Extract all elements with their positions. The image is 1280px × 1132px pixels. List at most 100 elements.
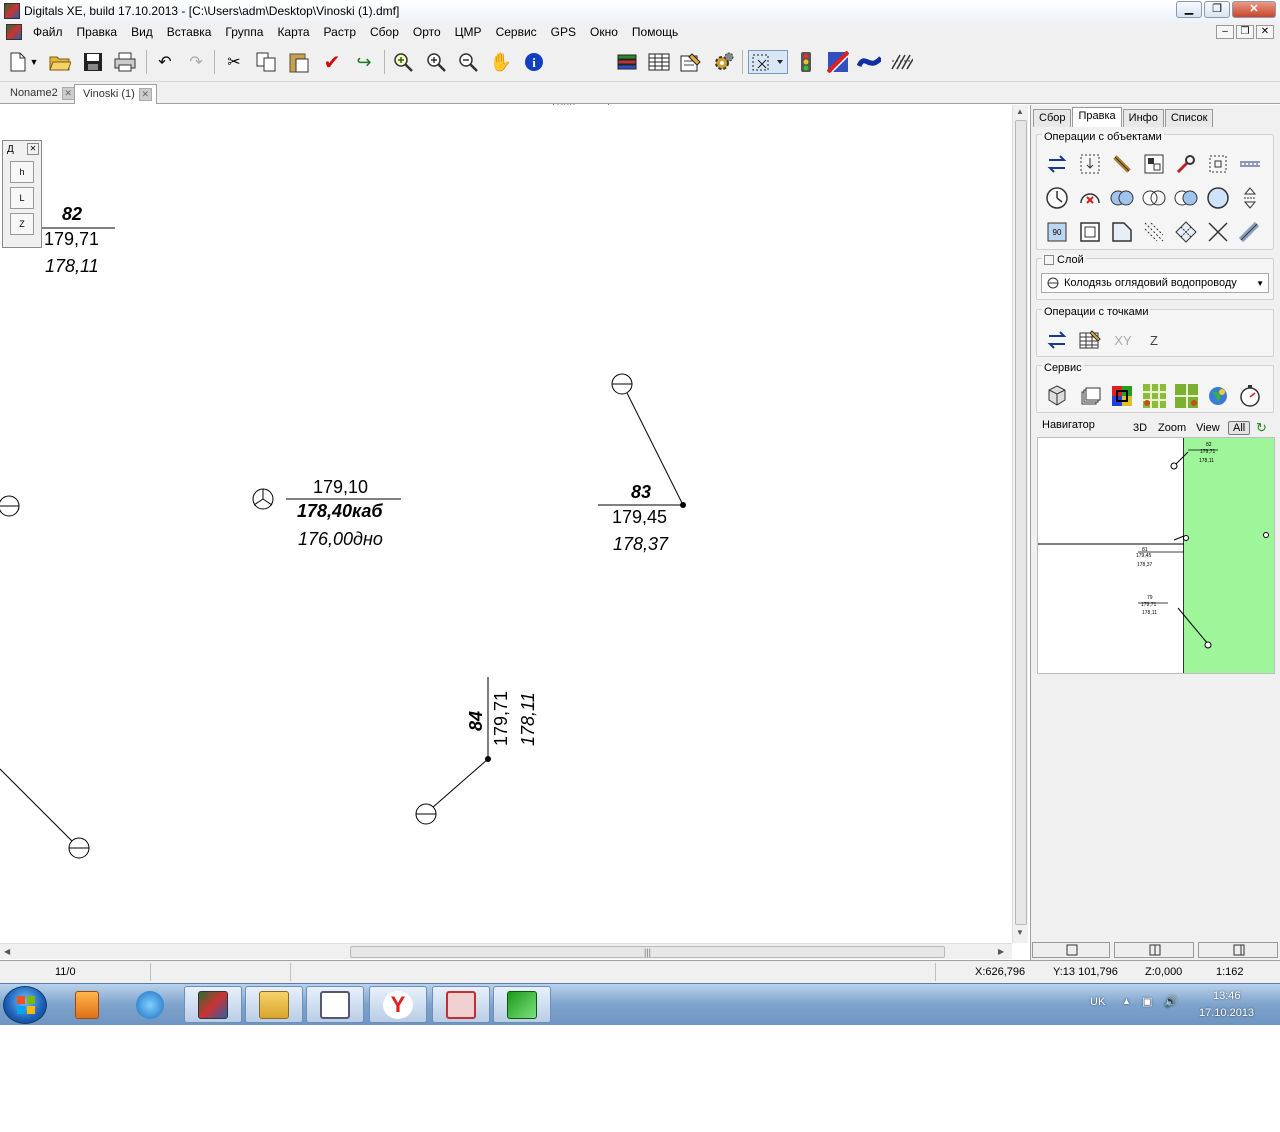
pdf-app-icon[interactable] [432,986,490,1023]
horizontal-scrollbar[interactable]: ◀ ||| ▶ [0,943,1012,959]
edit-color-icon[interactable] [826,50,850,74]
horizontal-scroll-thumb[interactable]: ||| [350,946,945,958]
swap-direction-icon[interactable] [1045,152,1069,176]
start-button[interactable] [3,986,47,1024]
clock-time[interactable]: 13:46 [1213,990,1241,1002]
traffic-light-icon[interactable] [794,50,818,74]
union-icon[interactable] [1110,186,1134,210]
color-grid-icon[interactable] [1110,384,1134,408]
restore-button[interactable]: ❐ [1204,1,1230,18]
corner-cut-icon[interactable] [1110,220,1134,244]
minimize-button[interactable]: ▁ [1176,1,1202,18]
panel-layout-button-3[interactable] [1198,942,1278,958]
intersect-icon[interactable] [1142,186,1166,210]
stack-layers-icon[interactable] [1078,384,1102,408]
raster-quad-icon[interactable] [1174,384,1198,408]
menu-help[interactable]: Помощь [625,22,685,42]
menu-window[interactable]: Окно [583,22,625,42]
palette-l-button[interactable]: L [10,187,34,209]
line-tool-icon[interactable] [1238,152,1262,176]
raster-tiles-icon[interactable] [1142,384,1166,408]
manhole-symbol[interactable] [0,495,20,517]
manhole-symbol[interactable] [68,837,90,859]
frame-icon[interactable] [1206,152,1230,176]
digitals-app-icon[interactable] [184,986,242,1023]
panel-layout-button-2[interactable] [1114,942,1194,958]
menu-service[interactable]: Сервис [489,22,544,42]
tray-expand-icon[interactable]: ▲ [1122,996,1131,1006]
rotate-90-icon[interactable]: 90 [1045,220,1069,244]
tab-info[interactable]: Инфо [1122,109,1164,127]
language-indicator[interactable]: UK [1090,996,1105,1008]
yandex-browser-icon[interactable]: Y [369,986,427,1023]
vertical-scroll-thumb[interactable] [1015,120,1027,925]
media-player-icon[interactable] [58,986,116,1023]
swap-points-icon[interactable] [1045,328,1069,352]
paste-icon[interactable] [287,50,311,74]
cross-lines-icon[interactable] [1206,220,1230,244]
properties-icon[interactable] [679,50,703,74]
apply-check-icon[interactable]: ✔ [320,50,344,74]
menu-ortho[interactable]: Орто [406,22,448,42]
move-object-icon[interactable] [1078,152,1102,176]
arc-delete-icon[interactable] [1078,186,1102,210]
tab-close-icon[interactable]: ✕ [61,86,75,100]
tool-wrench-icon[interactable] [1174,152,1198,176]
select-tool-button[interactable] [748,50,788,74]
panel-layout-button-1[interactable] [1032,942,1110,958]
nav-tab-3d[interactable]: 3D [1133,422,1147,434]
menu-gps[interactable]: GPS [544,22,583,42]
close-button[interactable]: ✕ [1232,1,1276,18]
stopwatch-icon[interactable] [1238,384,1262,408]
pan-hand-icon[interactable]: ✋ [489,50,513,74]
volume-icon[interactable]: 🔊 [1164,995,1178,1008]
clock-date[interactable]: 17.10.2013 [1199,1007,1254,1019]
manhole-symbol[interactable] [611,373,633,395]
window-app-icon[interactable] [306,986,364,1023]
zoom-out-icon[interactable] [456,50,480,74]
menu-map[interactable]: Карта [270,22,316,42]
settings-gear-icon[interactable] [712,50,736,74]
mdi-close-button[interactable]: ✕ [1256,25,1274,39]
hatch-icon[interactable] [889,50,913,74]
menu-group[interactable]: Группа [218,22,270,42]
circle-tool-icon[interactable] [1206,186,1230,210]
vertical-scrollbar[interactable]: ▲ ▼ [1012,105,1028,943]
dotted-diagonal-icon[interactable] [1142,220,1166,244]
collapse-icon[interactable] [1044,255,1054,265]
group-objects-icon[interactable] [1142,152,1166,176]
zoom-add-icon[interactable] [391,50,415,74]
clock-icon[interactable] [1045,186,1069,210]
menu-file[interactable]: Файл [26,22,70,42]
menu-collect[interactable]: Сбор [363,22,406,42]
refresh-icon[interactable]: ↻ [1256,420,1267,436]
palette-close-icon[interactable]: ✕ [27,143,39,155]
copy-icon[interactable] [254,50,278,74]
hydrant-symbol[interactable] [252,488,274,510]
z-button[interactable]: Z [1142,328,1166,352]
open-folder-icon[interactable] [48,50,72,74]
tab-collect[interactable]: Сбор [1033,109,1072,127]
layers-icon[interactable] [615,50,639,74]
palette-h-button[interactable]: h [10,161,34,183]
navigator-view[interactable]: 82 179,71 178,11 81 179,45 178,37 79 179… [1037,437,1275,674]
document-icon[interactable] [6,24,22,40]
tab-close-icon[interactable]: ✕ [138,87,152,101]
new-dropdown-icon[interactable]: ▼ [28,50,40,74]
square-icon[interactable] [1078,220,1102,244]
mdi-restore-button[interactable]: ❐ [1236,25,1254,39]
floating-palette[interactable]: Д ✕ h L Z [2,140,42,248]
explorer-folder-icon[interactable] [245,986,303,1023]
menu-edit[interactable]: Правка [70,22,125,42]
nav-tab-all[interactable]: All [1228,421,1251,435]
new-file-icon[interactable] [6,50,30,74]
tab-list[interactable]: Список [1164,109,1214,127]
menu-view[interactable]: Вид [124,22,160,42]
tab-vinoski[interactable]: Vinoski (1) ✕ [74,84,157,104]
internet-explorer-icon[interactable] [121,986,179,1023]
zoom-in-icon[interactable] [424,50,448,74]
network-icon[interactable]: ▣ [1142,995,1152,1008]
cube-icon[interactable] [1045,384,1069,408]
info-icon[interactable]: i [522,50,546,74]
link-icon[interactable] [1110,152,1134,176]
